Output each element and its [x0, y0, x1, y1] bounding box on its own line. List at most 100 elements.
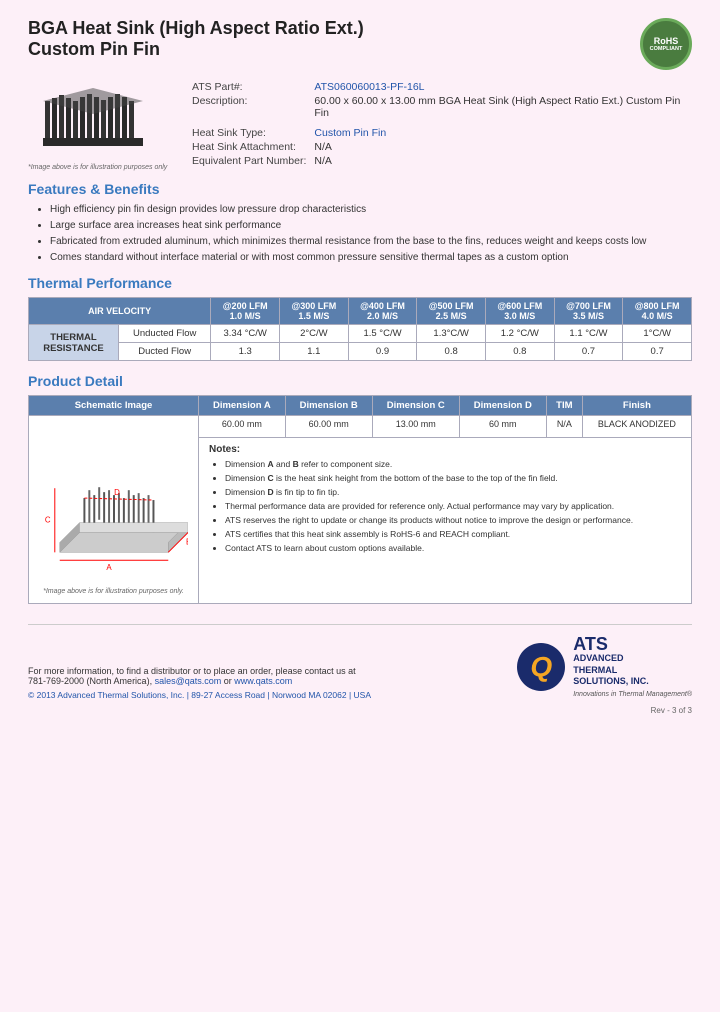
- notes-cell: Notes: Dimension A and B refer to compon…: [199, 438, 692, 604]
- tim-header: TIM: [546, 396, 582, 416]
- finish-header: Finish: [582, 396, 691, 416]
- svg-text:A: A: [106, 563, 112, 572]
- features-section: Features & Benefits High efficiency pin …: [28, 181, 692, 265]
- ats-part-value: ATS060060013-PF-16L: [310, 80, 692, 94]
- unducted-val-3: 1.3°C/W: [417, 325, 486, 343]
- col-700lfm: @700 LFM3.5 M/S: [554, 298, 623, 325]
- thermal-resistance-label: THERMAL RESISTANCE: [29, 325, 119, 361]
- dim-c-header: Dimension C: [372, 396, 459, 416]
- dim-a-header: Dimension A: [199, 396, 286, 416]
- features-list: High efficiency pin fin design provides …: [28, 203, 692, 265]
- page: BGA Heat Sink (High Aspect Ratio Ext.) C…: [0, 0, 720, 1012]
- note-6: ATS certifies that this heat sink assemb…: [225, 529, 681, 541]
- thermal-unducted-row: THERMAL RESISTANCE Unducted Flow 3.34 °C…: [29, 325, 692, 343]
- spec-table: ATS Part#: ATS060060013-PF-16L Descripti…: [188, 80, 692, 168]
- svg-text:B: B: [186, 537, 188, 546]
- heat-sink-type-value: Custom Pin Fin: [310, 126, 692, 140]
- page-number: Rev - 3 of 3: [28, 706, 692, 715]
- rohs-badge: RoHS COMPLIANT: [640, 18, 692, 70]
- notes-heading: Notes:: [209, 444, 681, 455]
- ats-logo-circle: Q: [517, 643, 565, 691]
- thermal-section: Thermal Performance AIR VELOCITY @200 LF…: [28, 275, 692, 361]
- detail-table: Schematic Image Dimension A Dimension B …: [28, 395, 692, 604]
- dim-d-value: 60 mm: [459, 416, 546, 438]
- title-line1: BGA Heat Sink (High Aspect Ratio Ext.): [28, 18, 364, 39]
- heat-sink-attachment-value: N/A: [310, 140, 692, 154]
- dim-d-header: Dimension D: [459, 396, 546, 416]
- dim-b-value: 60.00 mm: [285, 416, 372, 438]
- note-4: Thermal performance data are provided fo…: [225, 501, 681, 513]
- product-detail-heading: Product Detail: [28, 373, 692, 389]
- unducted-val-2: 1.5 °C/W: [348, 325, 417, 343]
- description-value: 60.00 x 60.00 x 13.00 mm BGA Heat Sink (…: [310, 94, 692, 120]
- title-block: BGA Heat Sink (High Aspect Ratio Ext.) C…: [28, 18, 364, 60]
- note-3: Dimension D is fin tip to fin tip.: [225, 487, 681, 499]
- dim-c-value: 13.00 mm: [372, 416, 459, 438]
- svg-text:C: C: [44, 516, 50, 525]
- heat-sink-type-label: Heat Sink Type:: [188, 126, 310, 140]
- note-1: Dimension A and B refer to component siz…: [225, 459, 681, 471]
- footer-left: For more information, to find a distribu…: [28, 666, 371, 700]
- col-800lfm: @800 LFM4.0 M/S: [623, 298, 692, 325]
- schematic-cell: A B C D *Image above is for illustration…: [29, 416, 199, 604]
- title-line2: Custom Pin Fin: [28, 39, 364, 60]
- air-velocity-header: AIR VELOCITY: [29, 298, 211, 325]
- note-5: ATS reserves the right to update or chan…: [225, 515, 681, 527]
- unducted-val-5: 1.1 °C/W: [554, 325, 623, 343]
- heatsink-svg: [33, 83, 153, 158]
- equivalent-part-value: N/A: [310, 154, 692, 168]
- ats-logo: Q ATS ADVANCED THERMAL SOLUTIONS, INC. I…: [517, 635, 692, 700]
- ducted-val-6: 0.7: [623, 343, 692, 361]
- description-label: Description:: [188, 94, 310, 120]
- unducted-val-1: 2°C/W: [280, 325, 349, 343]
- schematic-header: Schematic Image: [29, 396, 199, 416]
- dim-values-row: A B C D *Image above is for illustration…: [29, 416, 692, 438]
- footer-email[interactable]: sales@qats.com: [155, 676, 222, 686]
- col-400lfm: @400 LFM2.0 M/S: [348, 298, 417, 325]
- contact-line: For more information, to find a distribu…: [28, 666, 371, 686]
- svg-text:D: D: [114, 488, 120, 497]
- product-detail-section: Product Detail Schematic Image Dimension…: [28, 373, 692, 604]
- ducted-val-4: 0.8: [485, 343, 554, 361]
- footer-phone: 781-769-2000 (North America): [28, 676, 150, 686]
- col-600lfm: @600 LFM3.0 M/S: [485, 298, 554, 325]
- ats-part-label: ATS Part#:: [188, 80, 310, 94]
- rohs-text: RoHS: [654, 36, 679, 46]
- unducted-val-6: 1°C/W: [623, 325, 692, 343]
- footer-section: For more information, to find a distribu…: [28, 624, 692, 700]
- ducted-val-0: 1.3: [211, 343, 280, 361]
- ducted-val-3: 0.8: [417, 343, 486, 361]
- ats-tagline: Innovations in Thermal Management®: [573, 691, 692, 698]
- product-info-section: *Image above is for illustration purpose…: [28, 80, 692, 171]
- thermal-table: AIR VELOCITY @200 LFM1.0 M/S @300 LFM1.5…: [28, 297, 692, 361]
- ducted-val-1: 1.1: [280, 343, 349, 361]
- col-300lfm: @300 LFM1.5 M/S: [280, 298, 349, 325]
- ats-name-1: ADVANCED: [573, 653, 623, 663]
- feature-item-1: High efficiency pin fin design provides …: [50, 203, 692, 217]
- note-7: Contact ATS to learn about custom option…: [225, 543, 681, 555]
- footer-contact-text: For more information, to find a distribu…: [28, 666, 356, 676]
- thermal-ducted-row: Ducted Flow 1.3 1.1 0.9 0.8 0.8 0.7 0.7: [29, 343, 692, 361]
- ats-name-2: THERMAL: [573, 665, 617, 675]
- dim-a-value: 60.00 mm: [199, 416, 286, 438]
- equivalent-part-label: Equivalent Part Number:: [188, 154, 310, 168]
- footer-website[interactable]: www.qats.com: [234, 676, 292, 686]
- feature-item-2: Large surface area increases heat sink p…: [50, 219, 692, 233]
- ducted-val-5: 0.7: [554, 343, 623, 361]
- features-heading: Features & Benefits: [28, 181, 692, 197]
- schematic-caption: *Image above is for illustration purpose…: [37, 588, 190, 595]
- ducted-val-2: 0.9: [348, 343, 417, 361]
- thermal-heading: Thermal Performance: [28, 275, 692, 291]
- ats-logo-text: ATS ADVANCED THERMAL SOLUTIONS, INC. Inn…: [573, 635, 692, 700]
- product-image-area: *Image above is for illustration purpose…: [28, 80, 168, 171]
- heat-sink-attachment-label: Heat Sink Attachment:: [188, 140, 310, 154]
- product-specs: ATS Part#: ATS060060013-PF-16L Descripti…: [188, 80, 692, 171]
- unducted-label: Unducted Flow: [119, 325, 211, 343]
- schematic-isometric-svg: A B C D: [40, 424, 188, 582]
- image-caption: *Image above is for illustration purpose…: [28, 164, 168, 171]
- note-2: Dimension C is the heat sink height from…: [225, 473, 681, 485]
- notes-list: Dimension A and B refer to component siz…: [209, 459, 681, 554]
- copyright-line: © 2013 Advanced Thermal Solutions, Inc. …: [28, 690, 371, 700]
- ducted-label: Ducted Flow: [119, 343, 211, 361]
- finish-value: BLACK ANODIZED: [582, 416, 691, 438]
